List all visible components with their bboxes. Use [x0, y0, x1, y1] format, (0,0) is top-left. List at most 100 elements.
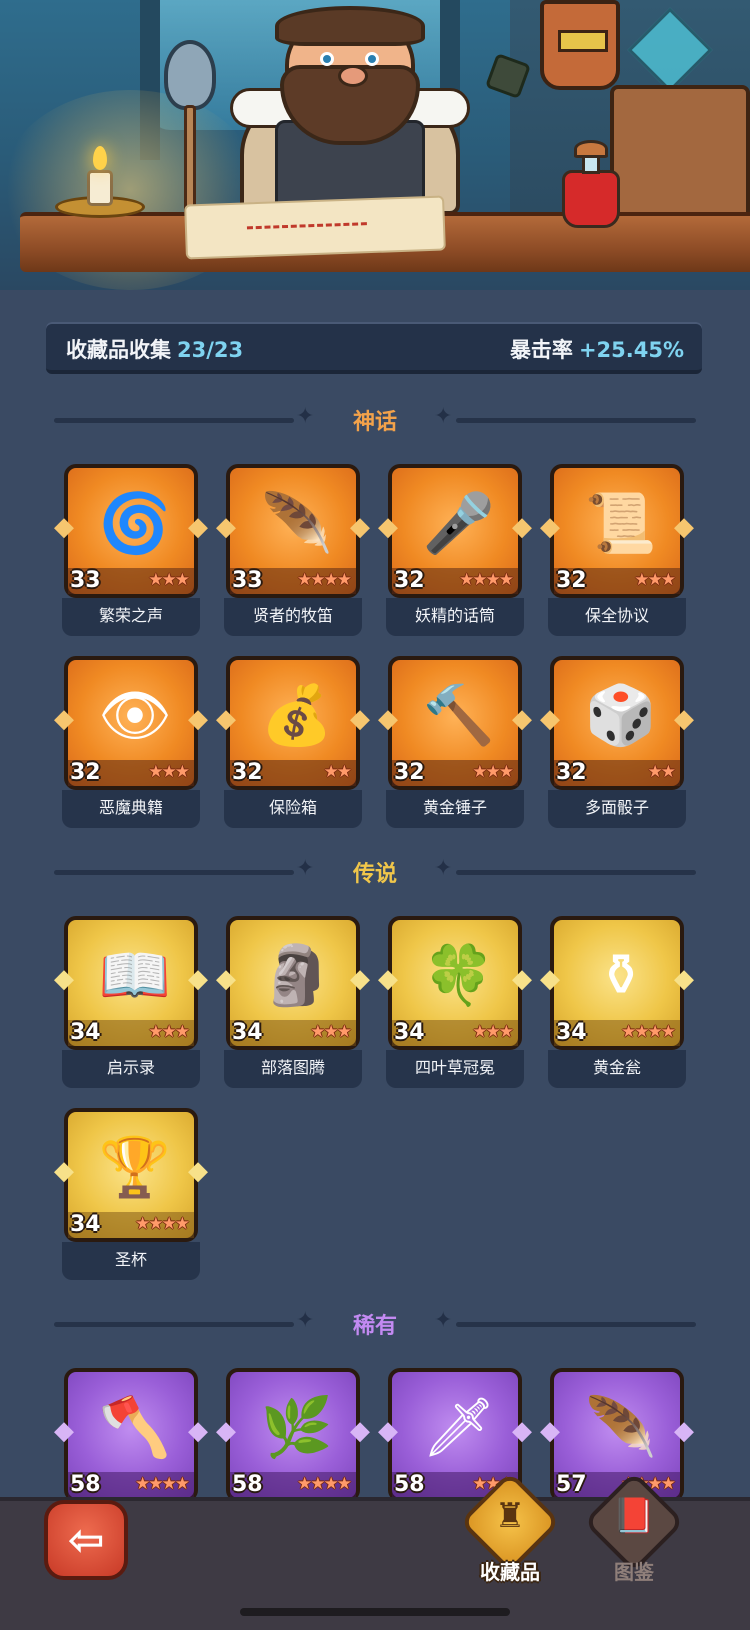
collectible-card[interactable]: 🌀 33 ★★★ 繁荣之声 [54, 464, 208, 638]
section-title: 传说 [352, 862, 397, 887]
item-level: 32 [556, 760, 587, 785]
item-name: 保险箱 [224, 790, 362, 828]
card-frame: 👁 32 ★★★ [54, 656, 208, 790]
item-stars: ★★★★ [621, 1022, 676, 1042]
card-frame: 🌿 58 ★★★★ [216, 1368, 370, 1502]
item-name: 恶魔典籍 [62, 790, 200, 828]
item-stars: ★★★★ [459, 570, 514, 590]
collectible-icon: 🍀 [422, 941, 496, 1009]
collectible-icon: ⚱ [596, 941, 646, 1009]
collection-summary-bar: 收藏品收集 23/23 暴击率 +25.45% [46, 322, 702, 374]
collectible-card[interactable]: ⚱ 34 ★★★★ 黄金瓮 [540, 916, 694, 1090]
collectible-card[interactable]: 📖 34 ★★★ 启示录 [54, 916, 208, 1090]
collectible-card[interactable]: 📜 32 ★★★ 保全协议 [540, 464, 694, 638]
card-frame: ⚱ 34 ★★★★ [540, 916, 694, 1050]
collectible-card[interactable]: 🔨 32 ★★★ 黄金锤子 [378, 656, 532, 830]
card-frame: 🌀 33 ★★★ [54, 464, 208, 598]
item-name: 妖精的话筒 [386, 598, 524, 636]
card-frame: 🎲 32 ★★ [540, 656, 694, 790]
item-level: 34 [232, 1020, 263, 1045]
item-level: 34 [556, 1020, 587, 1045]
section-header-rare: ✦ ✦ 稀有 [0, 1304, 750, 1344]
collectible-icon: 🪶 [260, 489, 334, 557]
collectible-card[interactable]: 🗿 34 ★★★ 部落图腾 [216, 916, 370, 1090]
item-level: 58 [232, 1472, 263, 1497]
back-button[interactable]: ⇦ [44, 1500, 128, 1580]
collectible-card[interactable]: 🎲 32 ★★ 多面骰子 [540, 656, 694, 830]
item-level: 57 [556, 1472, 587, 1497]
item-name: 四叶草冠冕 [386, 1050, 524, 1088]
item-stars: ★★★ [472, 762, 514, 782]
collectible-card[interactable]: 🪶 33 ★★★★ 贤者的牧笛 [216, 464, 370, 638]
item-stars: ★★★ [472, 1022, 514, 1042]
item-stars: ★★★★ [297, 1474, 352, 1494]
card-frame: 💰 32 ★★ [216, 656, 370, 790]
item-level: 34 [70, 1212, 101, 1237]
collectible-icon: 🪓 [98, 1393, 172, 1461]
section-header-legendary: ✦ ✦ 传说 [0, 852, 750, 892]
item-level: 33 [70, 568, 101, 593]
section-header-mythic: ✦ ✦ 神话 [0, 400, 750, 440]
item-level: 58 [70, 1472, 101, 1497]
harp-icon: ♜ [494, 1496, 526, 1536]
collectible-icon: 🔨 [422, 681, 496, 749]
collectible-card[interactable]: 🎤 32 ★★★★ 妖精的话筒 [378, 464, 532, 638]
item-level: 32 [394, 760, 425, 785]
item-name: 圣杯 [62, 1242, 200, 1280]
item-name: 多面骰子 [548, 790, 686, 828]
item-level: 32 [556, 568, 587, 593]
back-arrow-icon: ⇦ [67, 1514, 105, 1566]
item-stars: ★★ [323, 762, 353, 782]
collectible-icon: 🪶 [584, 1393, 658, 1461]
item-level: 32 [394, 568, 425, 593]
collectible-icon: 🌀 [98, 489, 172, 557]
card-frame: 🔨 32 ★★★ [378, 656, 532, 790]
shovel-icon [160, 40, 220, 215]
collectible-card[interactable]: 🏆 34 ★★★★ 圣杯 [54, 1108, 208, 1282]
section-title: 神话 [352, 410, 397, 435]
crit-rate: 暴击率 +25.45% [510, 334, 684, 364]
collectible-icon: 🗿 [260, 941, 334, 1009]
tab-label: 图鉴 [614, 1560, 654, 1584]
collectible-icon: 📖 [98, 941, 172, 1009]
home-indicator [240, 1608, 510, 1616]
item-name: 保全协议 [548, 598, 686, 636]
tab-label: 收藏品 [480, 1560, 540, 1584]
collectible-icon: 👁 [98, 681, 172, 749]
item-name: 贤者的牧笛 [224, 598, 362, 636]
item-level: 58 [394, 1472, 425, 1497]
card-frame: 🏆 34 ★★★★ [54, 1108, 208, 1242]
collectible-card[interactable]: 👁 32 ★★★ 恶魔典籍 [54, 656, 208, 830]
dwarf-merchant-character [230, 6, 470, 215]
red-potion-icon [562, 140, 620, 230]
collectible-icon: 🏆 [98, 1133, 172, 1201]
tab-collections[interactable]: ♜ 收藏品 [459, 1471, 561, 1584]
item-name: 启示录 [62, 1050, 200, 1088]
tab-codex[interactable]: 📕 图鉴 [583, 1471, 685, 1584]
item-level: 34 [394, 1020, 425, 1045]
collectible-icon: 🌿 [260, 1393, 334, 1461]
item-name: 黄金锤子 [386, 790, 524, 828]
card-frame: 🗿 34 ★★★ [216, 916, 370, 1050]
collectible-icon: 🗡 [422, 1393, 496, 1461]
card-frame: 🍀 34 ★★★ [378, 916, 532, 1050]
candle-icon [55, 146, 145, 220]
card-frame: 🪶 33 ★★★★ [216, 464, 370, 598]
collectible-icon: 🎲 [584, 681, 658, 749]
item-stars: ★★★★ [135, 1474, 190, 1494]
section-title: 稀有 [352, 1314, 397, 1339]
item-level: 33 [232, 568, 263, 593]
card-frame: 🪓 58 ★★★★ [54, 1368, 208, 1502]
item-name: 部落图腾 [224, 1050, 362, 1088]
item-stars: ★★★★ [297, 570, 352, 590]
item-stars: ★★★★ [135, 1214, 190, 1234]
card-frame: 📖 34 ★★★ [54, 916, 208, 1050]
collectible-card[interactable]: 💰 32 ★★ 保险箱 [216, 656, 370, 830]
card-frame: 📜 32 ★★★ [540, 464, 694, 598]
collectible-icon: 💰 [260, 681, 334, 749]
item-name: 繁荣之声 [62, 598, 200, 636]
item-level: 32 [232, 760, 263, 785]
item-level: 32 [70, 760, 101, 785]
collectible-card[interactable]: 🍀 34 ★★★ 四叶草冠冕 [378, 916, 532, 1090]
item-name: 黄金瓮 [548, 1050, 686, 1088]
